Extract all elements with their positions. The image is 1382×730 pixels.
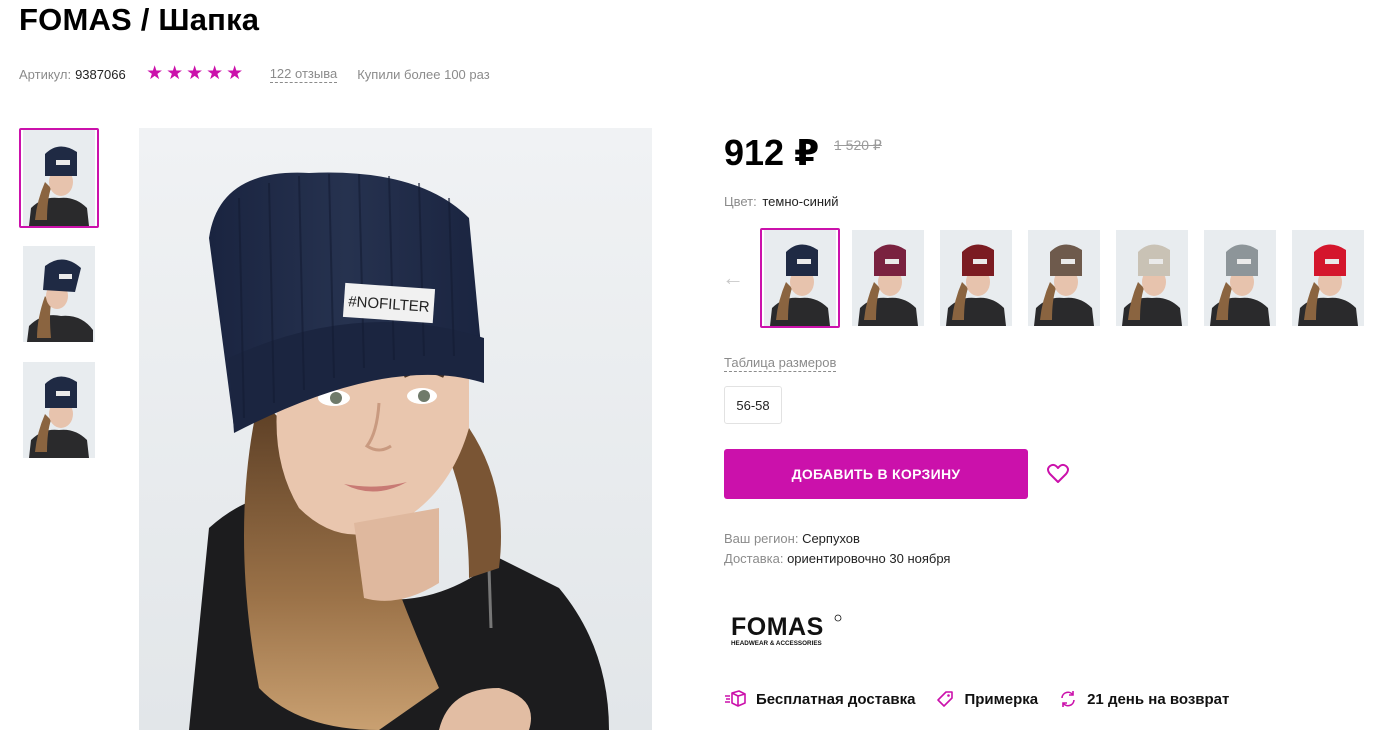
swatch-image xyxy=(940,230,1012,326)
article-label: Артикул: xyxy=(19,66,72,82)
rating-stars: ★ ★ ★ ★ ★ xyxy=(146,63,246,84)
delivery-label: Доставка: xyxy=(724,551,784,566)
color-value: темно-синий xyxy=(762,194,839,209)
product-meta: Артикул: 9387066 ★ ★ ★ ★ ★ 122 отзыва Ку… xyxy=(19,64,490,84)
color-info: Цвет: темно-синий xyxy=(724,194,839,209)
perks-bar: Бесплатная доставка Примерка 21 день на … xyxy=(724,690,1250,708)
product-title: FOMAS / Шапка xyxy=(19,2,260,37)
perk-free-delivery: Бесплатная доставка xyxy=(724,690,915,708)
bought-count: Купили более 100 раз xyxy=(357,66,490,82)
perk-label: Бесплатная доставка xyxy=(756,690,916,708)
size-table-link[interactable]: Таблица размеров xyxy=(724,355,837,372)
brand-name: FOMAS xyxy=(731,613,824,641)
heart-icon[interactable] xyxy=(1046,462,1070,486)
current-price: 912 ₽ xyxy=(724,132,820,173)
thumbnail-image xyxy=(23,362,95,458)
thumbnail-image xyxy=(23,130,95,226)
perk-label: 21 день на возврат xyxy=(1087,690,1230,708)
color-swatch[interactable] xyxy=(940,230,1012,326)
article-value: 9387066 xyxy=(75,66,126,82)
star-icon: ★ xyxy=(226,63,244,84)
swatch-image xyxy=(1116,230,1188,326)
main-product-photo[interactable]: #NOFILTER xyxy=(139,128,652,730)
brand-tagline: HEADWEAR & ACCESSORIES xyxy=(731,640,822,647)
color-swatch[interactable] xyxy=(1116,230,1188,326)
star-icon: ★ xyxy=(186,63,204,84)
product-image: #NOFILTER xyxy=(139,128,652,730)
color-label: Цвет: xyxy=(724,194,757,209)
swatch-image xyxy=(1292,230,1364,326)
perk-label: Примерка xyxy=(964,690,1039,708)
color-swatch[interactable] xyxy=(1204,230,1276,326)
star-icon: ★ xyxy=(146,63,164,84)
brand-logo[interactable]: FOMAS HEADWEAR & ACCESSORIES xyxy=(729,612,849,652)
delivery-info: Ваш регион: Серпухов Доставка: ориентиро… xyxy=(724,529,950,569)
tag-icon xyxy=(937,691,954,707)
perk-return: 21 день на возврат xyxy=(1059,690,1229,708)
thumbnail-1[interactable] xyxy=(19,128,99,228)
arrow-left-icon[interactable]: ← xyxy=(722,264,744,292)
region-line: Ваш регион: Серпухов xyxy=(724,529,950,549)
star-icon: ★ xyxy=(206,63,224,84)
color-swatch[interactable] xyxy=(1292,230,1364,326)
perk-fitting: Примерка xyxy=(936,690,1038,708)
reviews-link[interactable]: 122 отзыва xyxy=(269,66,338,83)
thumbnail-2[interactable] xyxy=(19,244,99,344)
thumbnail-3[interactable] xyxy=(19,360,99,460)
color-swatch[interactable] xyxy=(852,230,924,326)
thumbnail-image xyxy=(23,246,95,342)
swatch-image xyxy=(764,230,836,326)
return-arrows-icon xyxy=(1061,691,1075,707)
swatch-image xyxy=(852,230,924,326)
delivery-box-icon xyxy=(725,690,746,707)
swatch-image xyxy=(1028,230,1100,326)
star-icon: ★ xyxy=(166,63,184,84)
delivery-line: Доставка: ориентировочно 30 ноября xyxy=(724,549,950,569)
color-swatch[interactable] xyxy=(760,228,840,328)
region-value[interactable]: Серпухов xyxy=(802,531,860,546)
region-label: Ваш регион: xyxy=(724,531,799,546)
color-swatch[interactable] xyxy=(1028,230,1100,326)
delivery-value: ориентировочно 30 ноября xyxy=(787,551,951,566)
old-price: 1 520 ₽ xyxy=(834,137,882,153)
size-option[interactable]: 56-58 xyxy=(724,386,782,424)
add-to-cart-button[interactable]: ДОБАВИТЬ В КОРЗИНУ xyxy=(724,449,1028,499)
swatch-image xyxy=(1204,230,1276,326)
